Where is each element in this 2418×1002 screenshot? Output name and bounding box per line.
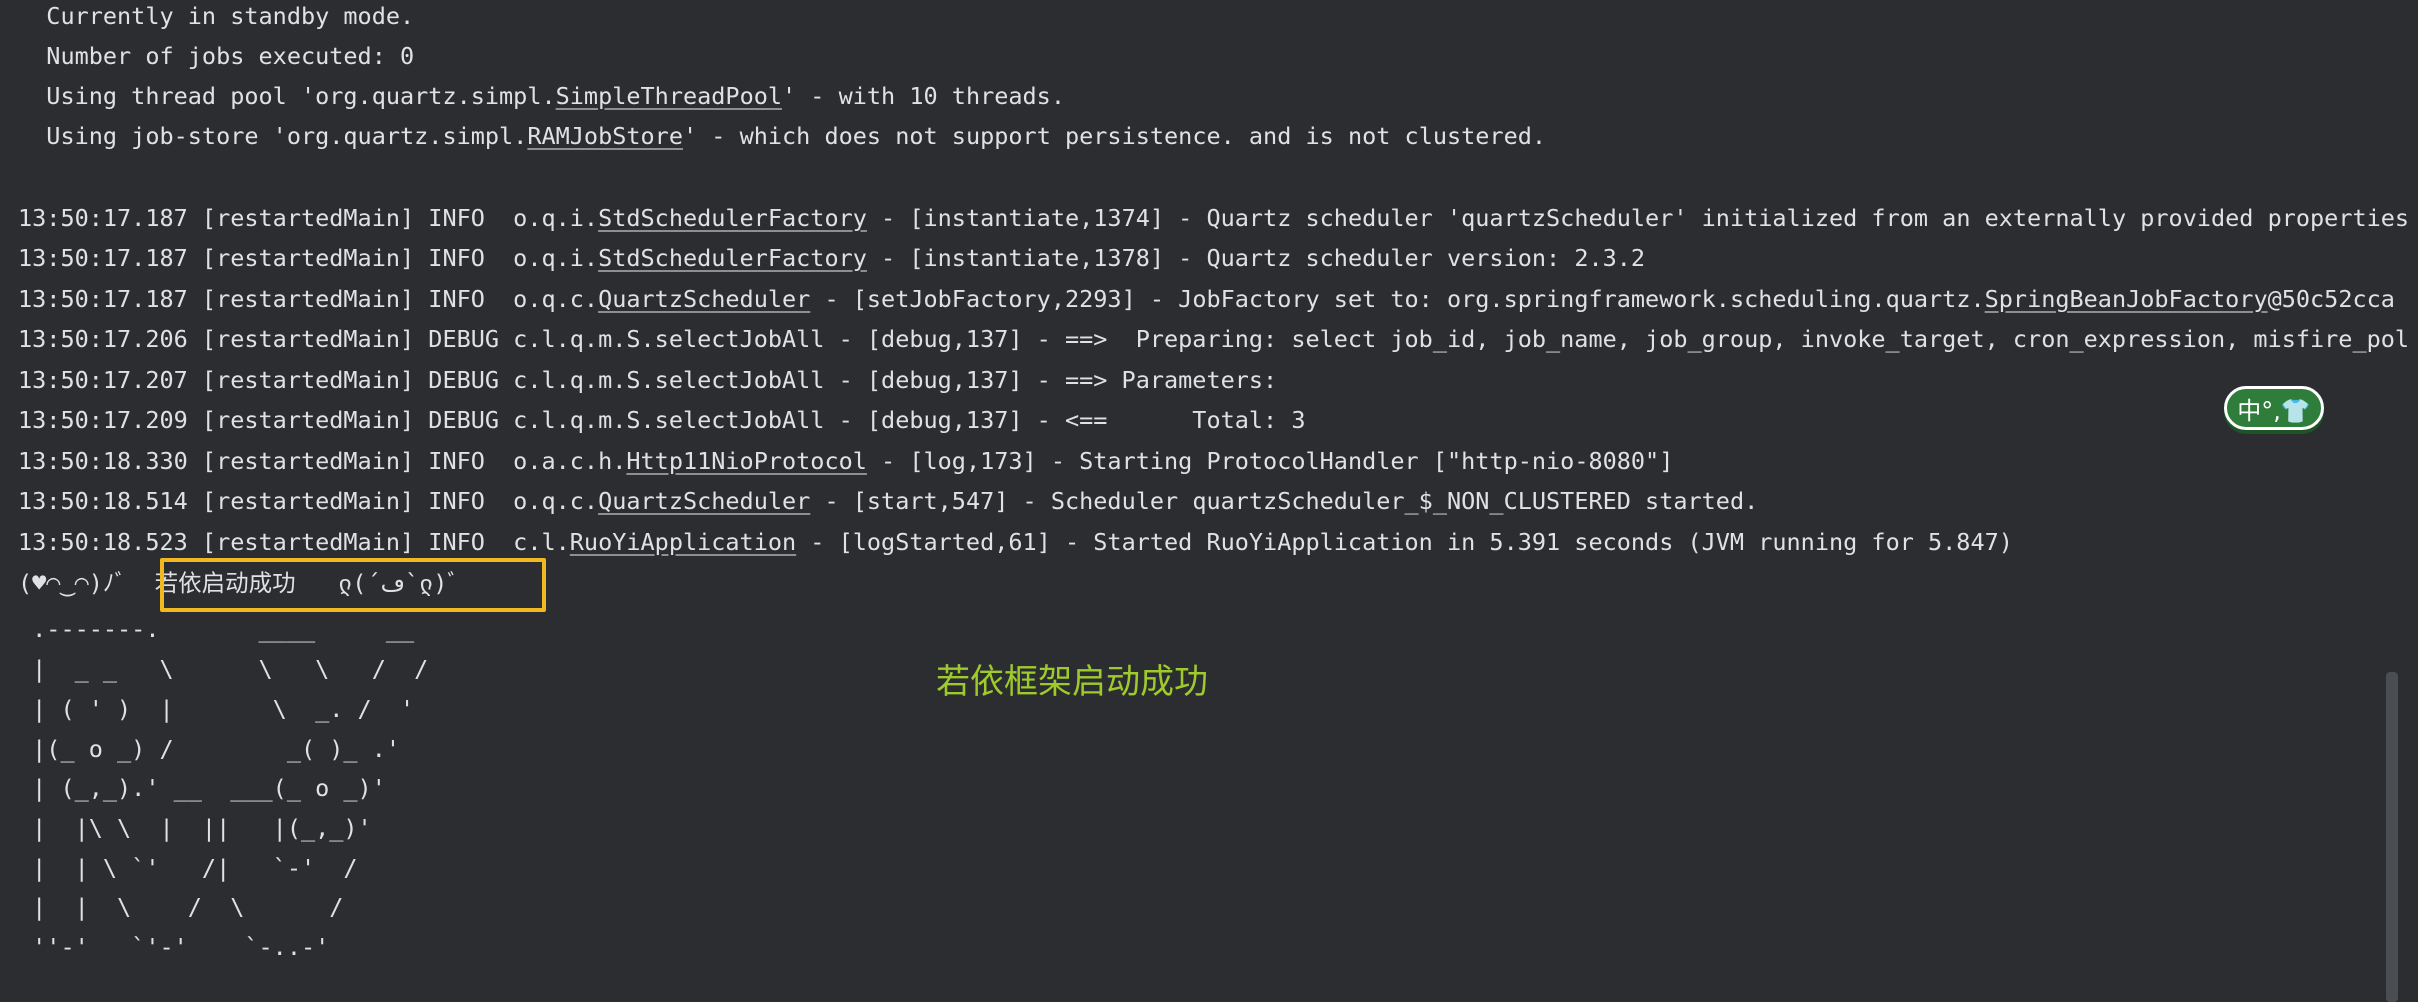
- class-link-simple-thread-pool[interactable]: SimpleThreadPool: [556, 82, 782, 110]
- log-entry: 13:50:17.209 [restartedMain] DEBUG c.l.q…: [18, 406, 1306, 434]
- class-link-std-scheduler-factory[interactable]: StdSchedulerFactory: [598, 244, 867, 272]
- ascii-art-line: |(_ o _) / _( )_ .': [18, 735, 401, 763]
- ascii-art-line: | | \ `' /| `-' /: [18, 854, 358, 882]
- highlight-box: [160, 558, 546, 612]
- log-line-jobs-executed: Number of jobs executed: 0: [18, 42, 415, 70]
- class-link-quartz-scheduler[interactable]: QuartzScheduler: [598, 285, 810, 313]
- class-link-http11-nio-protocol[interactable]: Http11NioProtocol: [626, 447, 867, 475]
- ascii-art-line: .-------. ____ __: [18, 615, 415, 643]
- ascii-art-line: | | \ / \ /: [18, 893, 344, 921]
- ascii-art-line: | _ _ \ \ \ / /: [18, 655, 429, 683]
- log-entry: 13:50:18.523 [restartedMain] INFO c.l.Ru…: [18, 528, 2013, 556]
- ascii-art-line: | |\ \ | || |(_,_)': [18, 814, 372, 842]
- class-link-std-scheduler-factory[interactable]: StdSchedulerFactory: [598, 204, 867, 232]
- log-entry: 13:50:17.206 [restartedMain] DEBUG c.l.q…: [18, 325, 2410, 353]
- log-entry: 13:50:18.514 [restartedMain] INFO o.q.c.…: [18, 487, 1759, 515]
- run-console[interactable]: Currently in standby mode. Number of job…: [0, 0, 2418, 1002]
- class-link-spring-bean-job-factory[interactable]: SpringBeanJobFactory: [1985, 285, 2268, 313]
- log-line-standby: Currently in standby mode.: [18, 2, 415, 30]
- log-entry: 13:50:17.187 [restartedMain] INFO o.q.c.…: [18, 285, 2395, 313]
- log-line-job-store: Using job-store 'org.quartz.simpl.RAMJob…: [18, 122, 1547, 150]
- log-entry: 13:50:18.330 [restartedMain] INFO o.a.c.…: [18, 447, 1674, 475]
- ascii-art-line: | (_,_).' __ ___(_ o _)': [18, 774, 386, 802]
- class-link-ruoyi-application[interactable]: RuoYiApplication: [570, 528, 796, 556]
- log-line-thread-pool: Using thread pool 'org.quartz.simpl.Simp…: [18, 82, 1065, 110]
- ascii-art-line: | ( ' ) | \ _. / ': [18, 695, 415, 723]
- log-entry: 13:50:17.187 [restartedMain] INFO o.q.i.…: [18, 244, 1646, 272]
- ascii-art-line: ''-' `'-' `-..-': [18, 933, 330, 961]
- log-entry: 13:50:17.187 [restartedMain] INFO o.q.i.…: [18, 204, 2410, 232]
- class-link-quartz-scheduler[interactable]: QuartzScheduler: [598, 487, 810, 515]
- class-link-ram-job-store[interactable]: RAMJobStore: [527, 122, 683, 150]
- ime-status-badge[interactable]: 中°,👕: [2224, 386, 2324, 430]
- vertical-scrollbar[interactable]: [2386, 672, 2398, 1002]
- log-entry: 13:50:17.207 [restartedMain] DEBUG c.l.q…: [18, 366, 1292, 394]
- annotation-label: 若依框架启动成功: [936, 662, 1208, 702]
